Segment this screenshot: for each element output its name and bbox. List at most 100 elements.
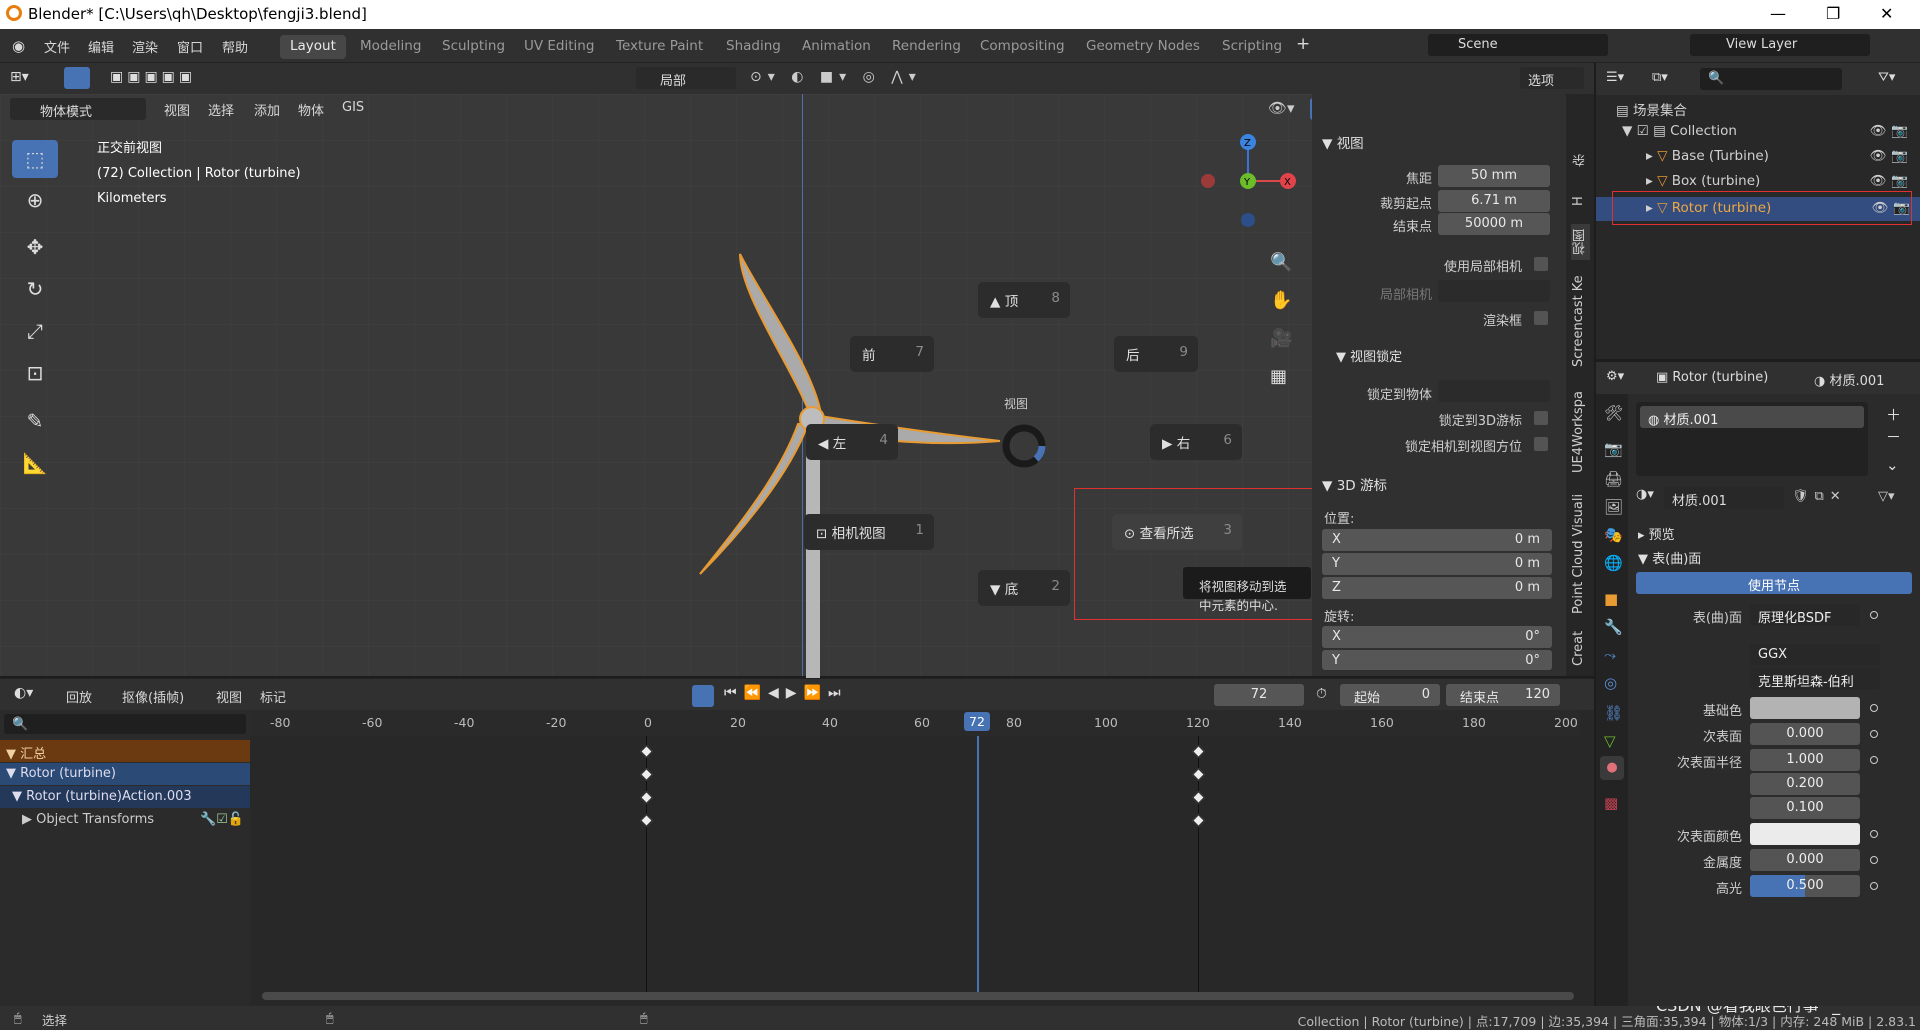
metallic-field[interactable]: 0.000 xyxy=(1750,849,1860,871)
view-layer-selector[interactable]: View Layer xyxy=(1690,34,1870,56)
maximize-button[interactable]: ❐ xyxy=(1826,4,1840,23)
particles-tab-icon[interactable]: ⤳ xyxy=(1604,646,1616,664)
tab-geometry-nodes[interactable]: Geometry Nodes xyxy=(1076,35,1210,59)
mode-selector[interactable]: 物体模式 xyxy=(10,98,146,120)
select-box-tool-icon[interactable]: ⬚ xyxy=(12,140,58,178)
keyframe[interactable] xyxy=(640,791,653,804)
select-box-modes-icon[interactable]: ▣▣▣▣▣ xyxy=(110,69,196,85)
outliner-editor-icon[interactable]: ☰▾ xyxy=(1606,70,1624,85)
annotate-tool-icon[interactable]: ✎ xyxy=(12,402,58,440)
visibility-icon[interactable]: 👁▾ xyxy=(1268,99,1295,117)
tab-sculpting[interactable]: Sculpting xyxy=(432,35,515,59)
tab-layout[interactable]: Layout xyxy=(280,35,346,59)
options-dropdown[interactable]: 选项 xyxy=(1520,67,1584,89)
scale-tool-icon[interactable]: ⤢ xyxy=(12,312,58,350)
local-camera-field[interactable] xyxy=(1438,280,1550,302)
tab-view[interactable]: 视图 xyxy=(1571,224,1590,260)
tab-compositing[interactable]: Compositing xyxy=(970,35,1075,59)
timeline-scrollbar[interactable] xyxy=(262,992,1574,1000)
camera-view-icon[interactable]: 🎥 xyxy=(1270,320,1292,358)
channel-search[interactable]: 🔍 xyxy=(4,714,246,734)
viewport-menu-object[interactable]: 物体 xyxy=(298,100,324,119)
object-tab-icon[interactable]: ■ xyxy=(1604,590,1618,608)
tab-h[interactable]: H xyxy=(1571,184,1586,218)
subsurface-radius-z[interactable]: 0.100 xyxy=(1750,797,1860,819)
lock-to-cursor-checkbox[interactable] xyxy=(1534,411,1548,425)
pan-hand-icon[interactable]: ✋ xyxy=(1270,282,1292,320)
filter-icon[interactable]: ⛛▾ xyxy=(1878,70,1895,85)
end-frame-field[interactable]: 结束点 120 xyxy=(1446,684,1560,706)
slot-menu-button[interactable]: ⌄ xyxy=(1886,454,1901,476)
tab-rendering[interactable]: Rendering xyxy=(882,35,971,59)
tab-animation[interactable]: Animation xyxy=(792,35,881,59)
pie-camera-button[interactable]: ⊡ 相机视图 1 xyxy=(804,514,934,550)
material-browse-icon[interactable]: ◑▾ xyxy=(1636,487,1654,502)
use-local-camera-checkbox[interactable] xyxy=(1534,257,1548,271)
navigation-gizmo[interactable]: Z Y X xyxy=(1196,134,1316,244)
editor-type-icon[interactable]: ⊞▾ xyxy=(10,69,29,85)
outliner-item-collection[interactable]: ▼ ☑ ▤ Collection 👁 📷 xyxy=(1622,123,1918,147)
surface-shader-socket[interactable] xyxy=(1870,611,1878,619)
tab-point-cloud[interactable]: Point Cloud Visuali xyxy=(1571,484,1586,624)
subsurface-color-socket[interactable] xyxy=(1870,830,1878,838)
preview-range-icon[interactable]: ⏱ xyxy=(1316,686,1327,702)
keyframe[interactable] xyxy=(1192,814,1205,827)
material-name-field[interactable]: 材质.001 xyxy=(1664,487,1784,509)
rotate-tool-icon[interactable]: ↻ xyxy=(12,270,58,308)
view-lock-header[interactable]: ▼ 视图锁定 xyxy=(1336,346,1402,365)
render-border-checkbox[interactable] xyxy=(1534,311,1548,325)
specular-socket[interactable] xyxy=(1870,882,1878,890)
menu-render[interactable]: 渲染 xyxy=(132,37,158,56)
auto-keying-button[interactable] xyxy=(692,685,714,707)
physics-tab-icon[interactable]: ◎ xyxy=(1604,674,1617,692)
timeline-menu-keying[interactable]: 抠像(插帧) xyxy=(122,687,184,706)
cursor-x-field[interactable]: X 0 m xyxy=(1322,529,1552,551)
snap-proportional-icons[interactable]: ⊙▾ ◐ ■▾ ◎ ⋀▾ xyxy=(750,69,922,85)
lock-camera-checkbox[interactable] xyxy=(1534,437,1548,451)
timeline-editor-icon[interactable]: ◐▾ xyxy=(14,685,33,701)
pie-back-button[interactable]: 后9 xyxy=(1114,336,1198,372)
tool-tab-icon[interactable]: 🛠 xyxy=(1604,404,1623,422)
subsurface-color-swatch[interactable] xyxy=(1750,823,1860,845)
rotation-x-field[interactable]: X 0° xyxy=(1322,626,1552,648)
cursor-z-field[interactable]: Z 0 m xyxy=(1322,577,1552,599)
metallic-socket[interactable] xyxy=(1870,856,1878,864)
start-frame-field[interactable]: 起始 0 xyxy=(1340,684,1440,706)
surface-shader-field[interactable]: 原理化BSDF xyxy=(1750,604,1860,626)
current-frame-field[interactable]: 72 xyxy=(1214,684,1304,706)
summary-row[interactable]: ▼ 汇总 xyxy=(0,740,250,762)
properties-editor-icon[interactable]: ⚙▾ xyxy=(1606,369,1624,384)
output-tab-icon[interactable]: 🖨 xyxy=(1604,470,1623,488)
menu-help[interactable]: 帮助 xyxy=(222,37,248,56)
timeline-menu-marker[interactable]: 标记 xyxy=(260,687,286,706)
minimize-button[interactable]: — xyxy=(1770,4,1786,23)
outliner-search[interactable]: 🔍 xyxy=(1700,68,1842,90)
focal-length-field[interactable]: 50 mm xyxy=(1438,165,1550,187)
view-section-header[interactable]: ▼ 视图 xyxy=(1322,132,1364,152)
material-action-icons[interactable]: 🛡⧉✕ xyxy=(1792,489,1847,504)
viewport-menu-add[interactable]: 添加 xyxy=(254,100,280,119)
display-mode-icon[interactable]: ⧉▾ xyxy=(1652,70,1668,85)
base-color-swatch[interactable] xyxy=(1750,697,1860,719)
tab-scripting[interactable]: Scripting xyxy=(1212,35,1292,59)
menu-window[interactable]: 窗口 xyxy=(177,37,203,56)
rotation-y-field[interactable]: Y 0° xyxy=(1322,650,1552,670)
select-mode-icon[interactable] xyxy=(64,67,90,89)
base-visibility-icons[interactable]: 👁 📷 xyxy=(1870,148,1908,164)
viewport-menu-view[interactable]: 视图 xyxy=(164,100,190,119)
playhead-line[interactable] xyxy=(977,736,979,996)
zoom-icon[interactable]: 🔍 xyxy=(1270,244,1292,282)
lock-to-object-field[interactable] xyxy=(1438,380,1550,402)
pie-front-button[interactable]: 前7 xyxy=(850,336,934,372)
scene-collection-row[interactable]: ▤ 场景集合 xyxy=(1616,99,1687,123)
ortho-grid-icon[interactable]: ▦ xyxy=(1270,358,1292,396)
object-row[interactable]: ▼ Rotor (turbine) xyxy=(0,763,250,785)
keyframe[interactable] xyxy=(640,745,653,758)
view-layer-tab-icon[interactable]: 🖼 xyxy=(1604,498,1623,516)
viewport-menu-select[interactable]: 选择 xyxy=(208,100,234,119)
material-link-icon[interactable]: ▽▾ xyxy=(1878,489,1895,504)
scene-selector[interactable]: Scene xyxy=(1428,34,1608,56)
tab-texture-paint[interactable]: Texture Paint xyxy=(606,35,713,59)
subsurface-socket[interactable] xyxy=(1870,730,1878,738)
render-tab-icon[interactable]: 📷 xyxy=(1604,440,1623,458)
